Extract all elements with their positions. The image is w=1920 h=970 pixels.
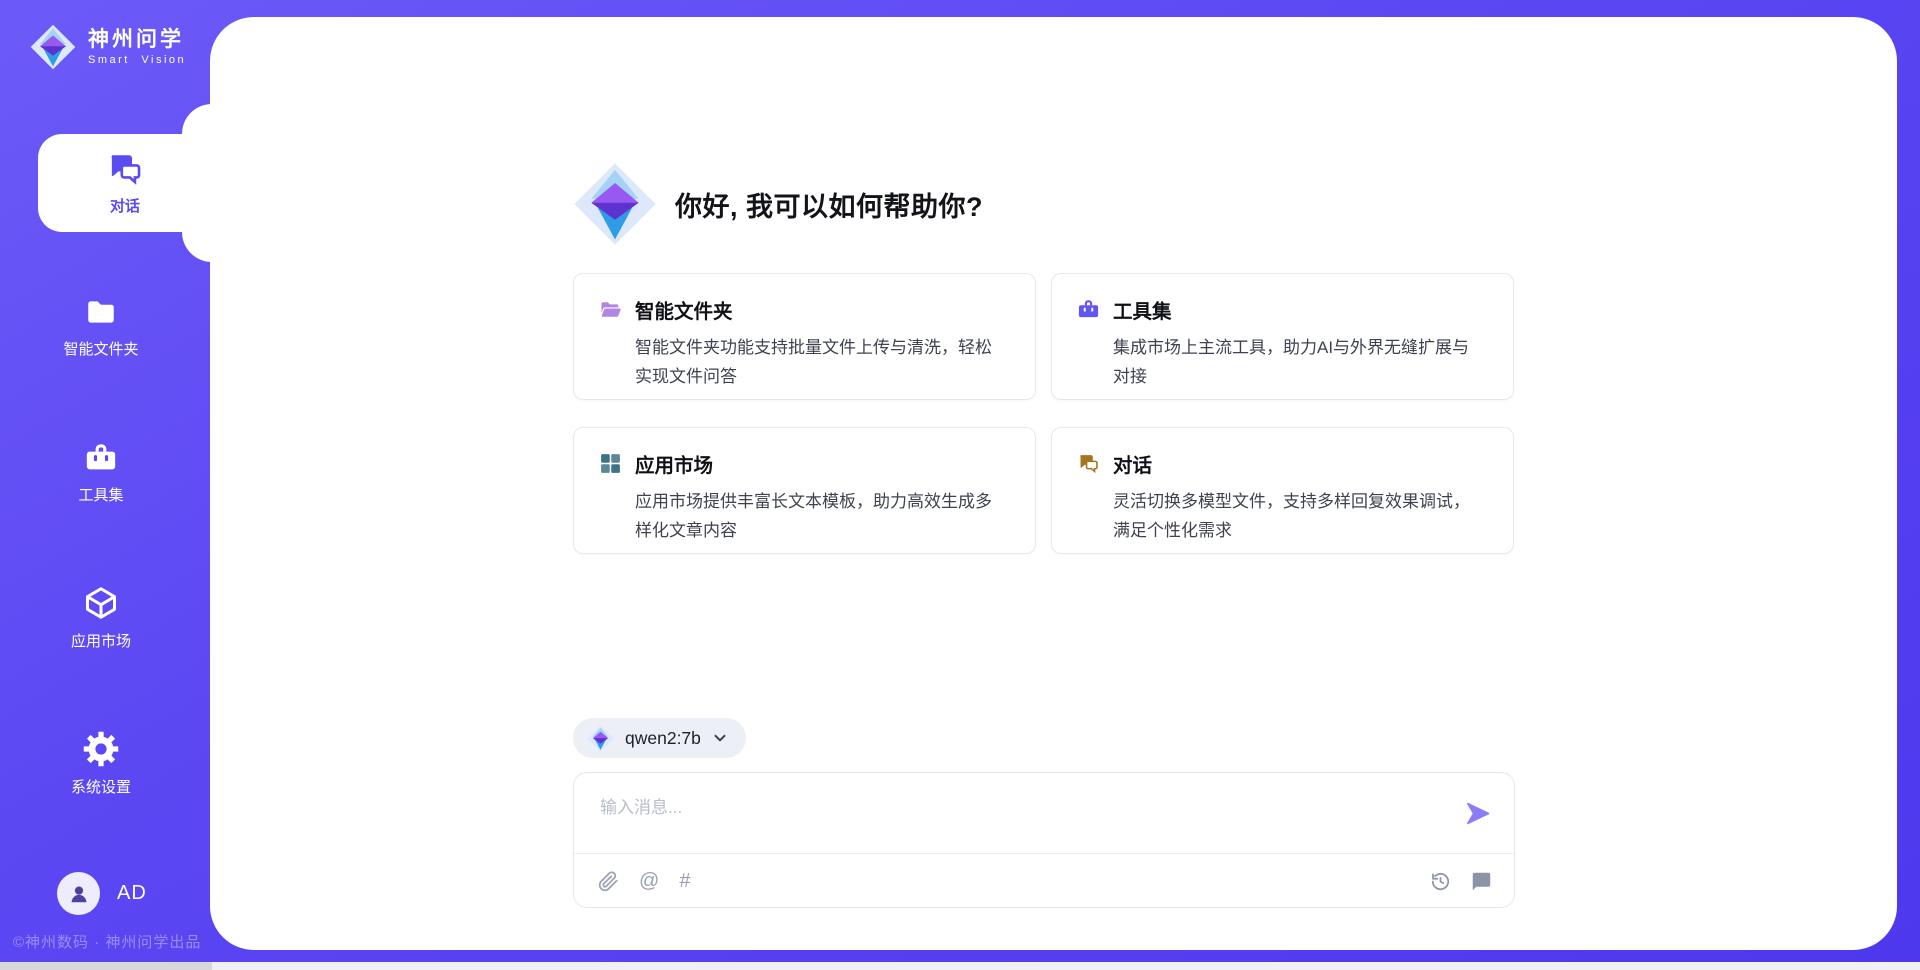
- scrollbar-thumb[interactable]: [0, 962, 212, 970]
- paperclip-icon[interactable]: [598, 871, 619, 892]
- folder-icon: [84, 295, 118, 329]
- card-title: 工具集: [1113, 295, 1172, 324]
- chat-bubbles-icon: [1077, 452, 1100, 475]
- brand-subtitle: Smart Vision: [88, 54, 186, 66]
- greeting-title: 你好, 我可以如何帮助你?: [675, 185, 983, 224]
- card-toolset[interactable]: 工具集 集成市场上主流工具，助力AI与外界无缝扩展与对接: [1051, 273, 1514, 400]
- apps-grid-icon: [599, 452, 622, 475]
- hash-icon[interactable]: #: [679, 871, 690, 891]
- card-title: 应用市场: [635, 449, 713, 478]
- person-icon: [67, 882, 91, 906]
- gear-icon: [83, 731, 119, 767]
- sidebar-item-label: 智能文件夹: [0, 338, 202, 359]
- tab-fillet-bottom: [182, 232, 212, 262]
- card-description: 智能文件夹功能支持批量文件上传与清洗，轻松实现文件问答: [635, 333, 997, 391]
- cube-icon: [83, 585, 119, 621]
- copyright-text: ©神州数码 · 神州问学出品: [13, 931, 273, 952]
- briefcase-icon: [84, 441, 118, 475]
- user-profile[interactable]: AD: [57, 872, 147, 915]
- brand-name: 神州问学: [88, 28, 186, 52]
- diamond-logo-icon: [587, 725, 614, 752]
- composer-toolbar: @ #: [598, 866, 1492, 896]
- card-smart-folder[interactable]: 智能文件夹 智能文件夹功能支持批量文件上传与清洗，轻松实现文件问答: [573, 273, 1036, 400]
- send-icon: [1464, 800, 1491, 827]
- user-name: AD: [117, 882, 147, 905]
- sidebar-item-apps[interactable]: 应用市场: [0, 585, 202, 651]
- message-input[interactable]: [598, 791, 1402, 851]
- sidebar-item-settings[interactable]: 系统设置: [0, 731, 202, 797]
- at-icon[interactable]: @: [639, 871, 659, 891]
- history-icon[interactable]: [1430, 871, 1451, 892]
- sidebar-item-tools[interactable]: 工具集: [0, 441, 202, 505]
- brand: 神州问学 Smart Vision: [30, 24, 186, 70]
- sidebar-item-chat[interactable]: 对话: [38, 134, 212, 232]
- chat-filled-icon[interactable]: [1471, 871, 1492, 892]
- avatar: [57, 872, 100, 915]
- chevron-down-icon: [712, 730, 728, 746]
- message-composer: @ #: [573, 772, 1515, 908]
- composer-divider: [574, 853, 1514, 854]
- tab-fillet-top: [182, 104, 212, 134]
- send-button[interactable]: [1464, 800, 1491, 827]
- diamond-logo-icon: [30, 24, 76, 70]
- diamond-logo-icon: [573, 162, 657, 246]
- briefcase-icon: [1077, 298, 1100, 321]
- model-name: qwen2:7b: [625, 728, 701, 749]
- open-folder-icon: [599, 298, 622, 321]
- feature-cards: 智能文件夹 智能文件夹功能支持批量文件上传与清洗，轻松实现文件问答 工具集 集成…: [573, 273, 1514, 554]
- model-selector[interactable]: qwen2:7b: [573, 718, 746, 758]
- sidebar-item-label: 系统设置: [0, 776, 202, 797]
- sidebar-item-folders[interactable]: 智能文件夹: [0, 295, 202, 359]
- card-description: 集成市场上主流工具，助力AI与外界无缝扩展与对接: [1113, 333, 1475, 391]
- sidebar-item-label: 对话: [110, 195, 140, 216]
- sidebar-item-label: 工具集: [0, 484, 202, 505]
- horizontal-scrollbar[interactable]: [0, 962, 1920, 970]
- card-description: 应用市场提供丰富长文本模板，助力高效生成多样化文章内容: [635, 487, 997, 545]
- sidebar-item-label: 应用市场: [0, 630, 202, 651]
- card-title: 智能文件夹: [635, 295, 733, 324]
- card-title: 对话: [1113, 449, 1152, 478]
- app-background: 神州问学 Smart Vision 对话 智能文件夹 工具集 应用市场: [0, 0, 1920, 970]
- card-chat[interactable]: 对话 灵活切换多模型文件，支持多样回复效果调试，满足个性化需求: [1051, 427, 1514, 554]
- card-description: 灵活切换多模型文件，支持多样回复效果调试，满足个性化需求: [1113, 487, 1475, 545]
- card-app-market[interactable]: 应用市场 应用市场提供丰富长文本模板，助力高效生成多样化文章内容: [573, 427, 1036, 554]
- chat-bubbles-icon: [106, 150, 144, 188]
- greeting: 你好, 我可以如何帮助你?: [573, 161, 983, 247]
